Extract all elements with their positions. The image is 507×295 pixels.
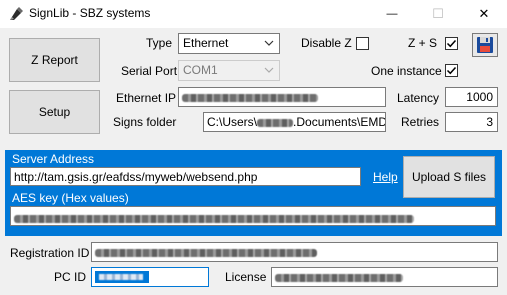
one-instance-checkbox[interactable] xyxy=(445,64,458,77)
server-address-field[interactable]: http://tam.gsis.gr/eafdss/myweb/websend.… xyxy=(10,167,361,186)
window-title: SignLib - SBZ systems xyxy=(29,6,151,20)
type-value: Ethernet xyxy=(183,36,229,50)
chevron-down-icon xyxy=(264,67,274,73)
aes-key-field[interactable] xyxy=(10,206,496,226)
checkmark-icon xyxy=(446,66,457,75)
pc-id-field[interactable] xyxy=(91,267,209,287)
latency-field[interactable]: 1000 xyxy=(445,87,498,107)
signs-folder-field[interactable]: C:\Users\ .Documents\EMDI\fmu xyxy=(203,112,386,132)
server-panel: Server Address http://tam.gsis.gr/eafdss… xyxy=(5,150,502,236)
z-report-button[interactable]: Z Report xyxy=(9,38,100,82)
serial-port-value: COM1 xyxy=(183,63,218,77)
redacted-registration-id xyxy=(95,248,317,257)
serial-port-label: Serial Port xyxy=(121,64,178,78)
help-link[interactable]: Help xyxy=(373,170,398,184)
license-field[interactable] xyxy=(271,267,498,287)
one-instance-label: One instance xyxy=(371,64,442,78)
type-label: Type xyxy=(146,36,173,50)
pc-id-label: PC ID xyxy=(54,270,87,284)
license-label: License xyxy=(225,270,267,284)
registration-id-label: Registration ID xyxy=(10,246,90,260)
retries-field[interactable]: 3 xyxy=(445,112,498,132)
minimize-icon: — xyxy=(386,8,398,20)
chevron-down-icon xyxy=(264,40,274,46)
ethernet-ip-field[interactable] xyxy=(178,87,386,107)
redacted-aes-key xyxy=(14,214,414,223)
floppy-disk-icon xyxy=(477,37,493,53)
signlib-window: SignLib - SBZ systems — ☐ ✕ Z Report Set… xyxy=(0,0,507,295)
checkmark-icon xyxy=(446,39,457,48)
save-button[interactable] xyxy=(472,33,498,57)
redacted-ip xyxy=(182,93,318,102)
type-select[interactable]: Ethernet xyxy=(178,33,280,54)
ethernet-ip-label: Ethernet IP xyxy=(116,91,177,105)
setup-button[interactable]: Setup xyxy=(9,90,100,134)
redacted-license xyxy=(275,273,403,282)
redacted-username xyxy=(257,118,294,127)
aes-key-label: AES key (Hex values) xyxy=(12,191,129,205)
minimize-button[interactable]: — xyxy=(369,0,415,28)
maximize-icon: ☐ xyxy=(432,6,444,21)
signs-folder-prefix: C:\Users\ xyxy=(207,115,258,129)
signs-folder-label: Signs folder xyxy=(113,115,177,129)
z-s-label: Z + S xyxy=(408,36,438,50)
serial-port-select[interactable]: COM1 xyxy=(178,60,280,81)
redacted-pc-id xyxy=(95,271,149,283)
signlib-app-icon xyxy=(8,6,24,22)
retries-label: Retries xyxy=(401,115,440,129)
maximize-button[interactable]: ☐ xyxy=(415,0,461,28)
disable-z-checkbox[interactable] xyxy=(356,37,369,50)
close-button[interactable]: ✕ xyxy=(461,0,507,28)
disable-z-label: Disable Z xyxy=(301,36,352,50)
signs-folder-suffix: .Documents\EMDI\fmu xyxy=(293,115,386,129)
z-s-checkbox[interactable] xyxy=(445,37,458,50)
registration-id-field[interactable] xyxy=(91,242,498,262)
server-address-label: Server Address xyxy=(12,152,95,166)
upload-s-files-button[interactable]: Upload S files xyxy=(403,156,495,198)
title-bar[interactable]: SignLib - SBZ systems — ☐ ✕ xyxy=(0,0,507,28)
latency-label: Latency xyxy=(397,91,440,105)
close-icon: ✕ xyxy=(478,6,490,21)
